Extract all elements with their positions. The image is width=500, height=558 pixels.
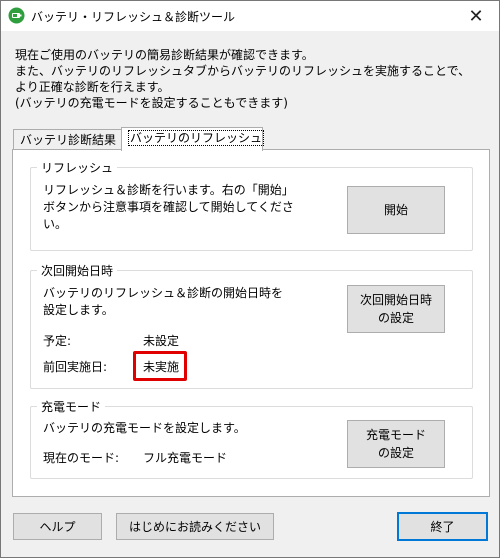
button-label-line: 充電モード (365, 428, 426, 442)
exit-button[interactable]: 終了 (397, 512, 488, 541)
last-run-label: 前回実施日: (43, 360, 108, 374)
title-bar: バッテリ・リフレッシュ＆診断ツール ✕ (1, 1, 499, 31)
refresh-description: リフレッシュ＆診断を行います。右の「開始」 ボタンから注意事項を確認して開始して… (43, 182, 294, 233)
window-title: バッテリ・リフレッシュ＆診断ツール (31, 10, 236, 24)
next-start-group-title: 次回開始日時 (37, 262, 118, 279)
charge-mode-group: 充電モード バッテリの充電モードを設定します。 現在のモード: フル充電モード … (30, 398, 473, 479)
description-line: 設定します。 (43, 303, 114, 317)
description-line: リフレッシュ＆診断を行います。右の「開始」 (43, 183, 294, 197)
next-start-group: 次回開始日時 バッテリのリフレッシュ＆診断の開始日時を 設定します。 予定: 未… (30, 262, 473, 389)
scheduled-value: 未設定 (143, 334, 180, 348)
tab-diagnosis-results[interactable]: バッテリ診断結果 (13, 129, 122, 150)
description-line: い。 (43, 217, 68, 231)
next-start-description: バッテリのリフレッシュ＆診断の開始日時を 設定します。 (43, 285, 283, 319)
current-mode-label: 現在のモード: (43, 451, 120, 465)
last-run-value: 未実施 (143, 360, 180, 374)
intro-text: 現在ご使用のバッテリの簡易診断結果が確認できます。 また、バッテリのリフレッシュ… (15, 47, 487, 111)
set-next-start-button[interactable]: 次回開始日時 の設定 (347, 285, 445, 333)
charge-mode-group-title: 充電モード (37, 398, 106, 415)
set-charge-mode-button[interactable]: 充電モード の設定 (347, 420, 445, 468)
app-window: バッテリ・リフレッシュ＆診断ツール ✕ 現在ご使用のバッテリの簡易診断結果が確認… (0, 0, 500, 558)
button-label-line: 次回開始日時 (359, 293, 432, 307)
intro-line: 現在ご使用のバッテリの簡易診断結果が確認できます。 (15, 48, 314, 62)
scheduled-label: 予定: (43, 334, 72, 348)
intro-line: (バッテリの充電モードを設定することもできます) (15, 96, 288, 110)
button-label-line: の設定 (377, 446, 414, 460)
charge-mode-description: バッテリの充電モードを設定します。 (43, 421, 246, 435)
refresh-tab-panel: リフレッシュ リフレッシュ＆診断を行います。右の「開始」 ボタンから注意事項を確… (12, 149, 490, 497)
intro-line: また、バッテリのリフレッシュタブからバッテリのリフレッシュを実施することで、 (15, 64, 471, 78)
description-line: バッテリのリフレッシュ＆診断の開始日時を (43, 286, 284, 300)
tab-battery-refresh[interactable]: バッテリのリフレッシュ (121, 127, 265, 151)
refresh-group-title: リフレッシュ (37, 159, 118, 176)
current-mode-value: フル充電モード (143, 451, 228, 465)
button-label-line: の設定 (377, 311, 414, 325)
readme-button[interactable]: はじめにお読みください (116, 513, 274, 540)
description-line: ボタンから注意事項を確認して開始してくださ (43, 200, 294, 214)
battery-app-icon (8, 7, 25, 24)
refresh-group: リフレッシュ リフレッシュ＆診断を行います。右の「開始」 ボタンから注意事項を確… (30, 159, 473, 251)
intro-line: より正確な診断を行えます。 (15, 80, 170, 94)
tab-label: バッテリのリフレッシュ (128, 130, 265, 146)
start-button[interactable]: 開始 (347, 186, 445, 234)
close-icon[interactable]: ✕ (453, 1, 499, 31)
help-button[interactable]: ヘルプ (13, 513, 102, 540)
